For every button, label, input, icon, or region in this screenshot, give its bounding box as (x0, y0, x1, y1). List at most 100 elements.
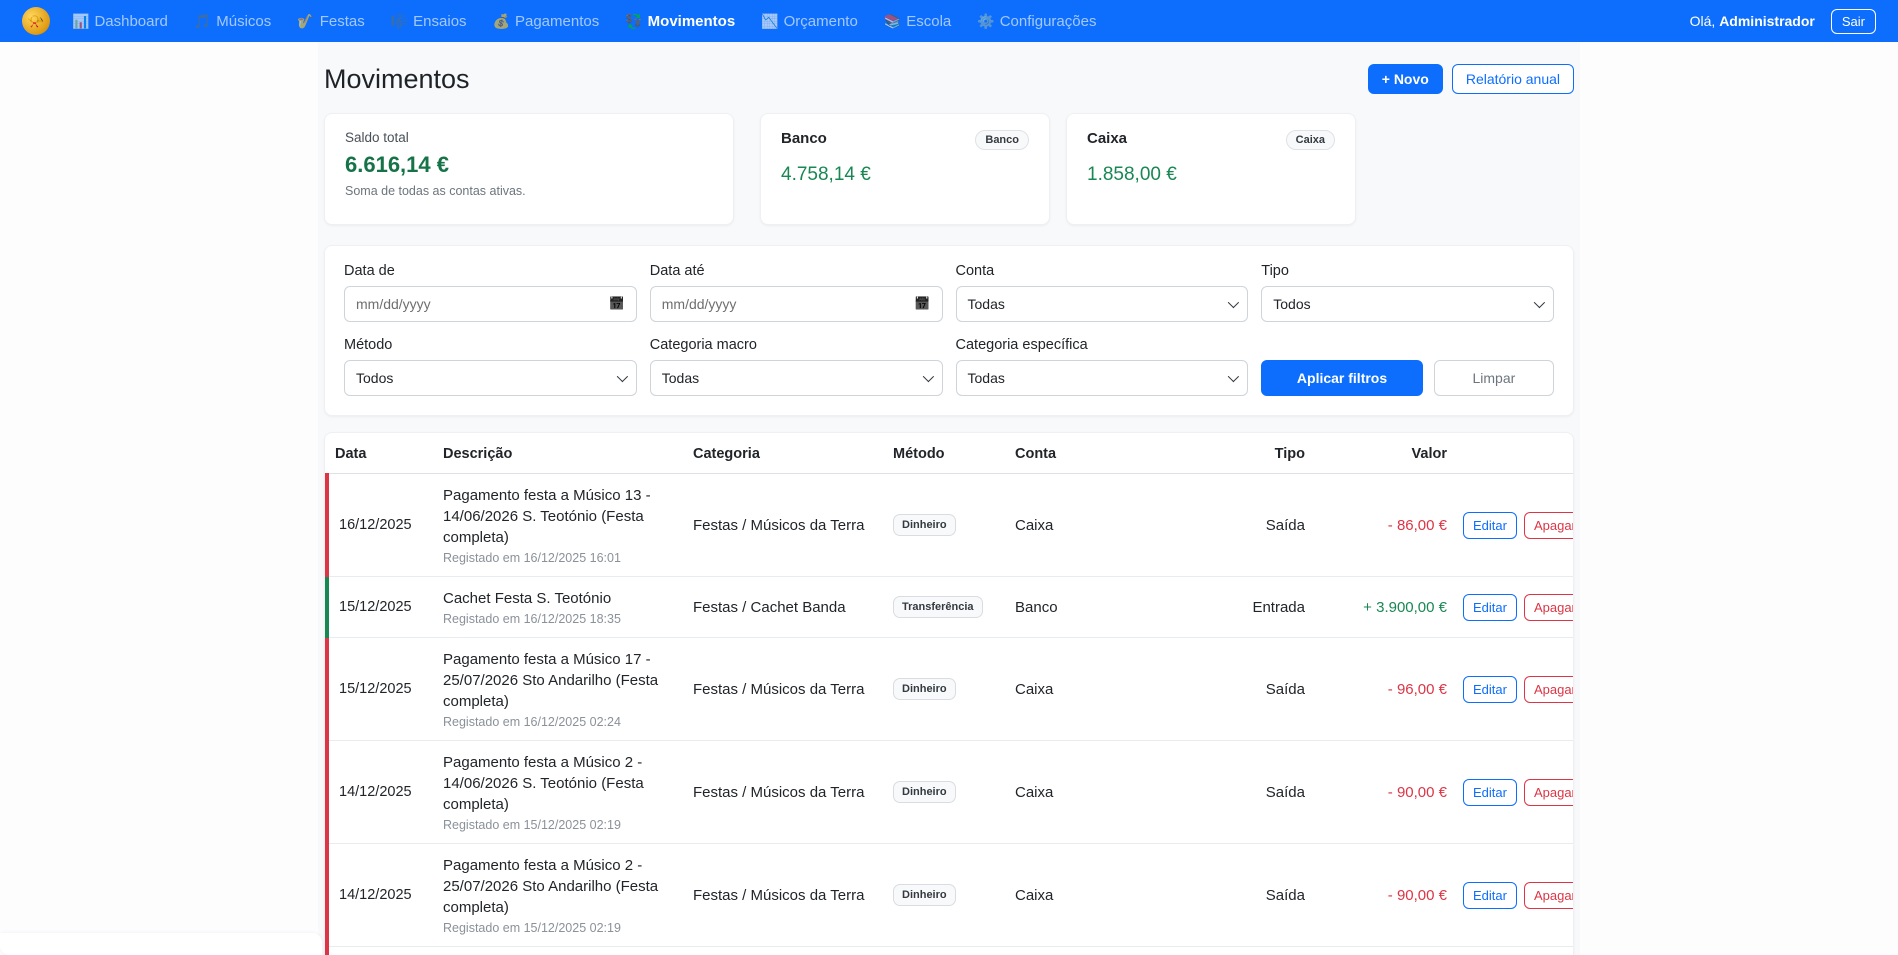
table-row: 15/12/2025 Pagamento festa a Músico 17 -… (327, 638, 1574, 741)
filter-label: Data até (650, 263, 943, 279)
date-placeholder: mm/dd/yyyy (356, 296, 609, 312)
column-header-descrição: Descrição (435, 433, 685, 474)
filter-field: Data de mm/dd/yyyy 📅 (344, 263, 637, 322)
nav-item-label: Dashboard (94, 13, 167, 30)
app-logo[interactable]: 📯 (22, 7, 50, 35)
nav-item-dashboard[interactable]: 📊 Dashboard (72, 13, 168, 30)
edit-button[interactable]: Editar (1463, 779, 1517, 806)
nav-item-pagamentos[interactable]: 💰 Pagamentos (493, 13, 600, 30)
account-card-title: Caixa (1087, 130, 1127, 147)
filter-select[interactable]: Todas (956, 286, 1249, 322)
nav-item-ensaios[interactable]: 🎼 Ensaios (391, 13, 467, 30)
nav-item-festas[interactable]: 🎷 Festas (297, 13, 364, 30)
cell-date: 14/12/2025 (327, 741, 435, 844)
delete-button[interactable]: Apagar (1524, 779, 1574, 806)
apply-filters-button[interactable]: Aplicar filtros (1261, 360, 1423, 396)
calendar-icon[interactable]: 📅 (609, 296, 625, 312)
cell-date: 15/12/2025 (327, 577, 435, 638)
edit-button[interactable]: Editar (1463, 512, 1517, 539)
delete-button[interactable]: Apagar (1524, 594, 1574, 621)
movement-description: Cachet Festa S. Teotónio (443, 588, 677, 609)
edit-button[interactable]: Editar (1463, 594, 1517, 621)
total-balance-card: Saldo total 6.616,14 € Soma de todas as … (324, 113, 734, 225)
cell-description: Pagamento festa a Músico 2 - 14/06/2026 … (435, 741, 685, 844)
method-badge: Dinheiro (893, 884, 956, 906)
method-badge: Dinheiro (893, 514, 956, 536)
nav-item-movimentos[interactable]: 💱 Movimentos (625, 13, 735, 30)
date-input[interactable]: mm/dd/yyyy 📅 (344, 286, 637, 322)
filter-field: Data até mm/dd/yyyy 📅 (650, 263, 943, 322)
filter-label: Data de (344, 263, 637, 279)
nav-item-músicos[interactable]: 🎵 Músicos (194, 13, 271, 30)
cell-actions: Editar Apagar (1455, 947, 1574, 955)
filter-select[interactable]: Todas (650, 360, 943, 396)
nav-item-icon: 💱 (625, 13, 642, 30)
edit-button[interactable]: Editar (1463, 676, 1517, 703)
cell-description: Pagamento festa a Músico 17 - 25/07/2026… (435, 638, 685, 741)
user-greeting: Olá, Administrador (1690, 13, 1815, 29)
calendar-icon[interactable]: 📅 (914, 296, 930, 312)
cell-type: Saída (1185, 844, 1313, 947)
table-row: 16/12/2025 Pagamento festa a Músico 13 -… (327, 474, 1574, 577)
nav-item-orçamento[interactable]: 📉 Orçamento (761, 13, 858, 30)
movement-registered-at: Registado em 16/12/2025 18:35 (443, 612, 677, 626)
chevron-down-icon (1228, 297, 1239, 308)
chevron-down-icon (1534, 297, 1545, 308)
movement-amount: + 3.900,00 € (1363, 599, 1447, 616)
cell-category: Festas / Músicos da Terra (685, 844, 885, 947)
movement-registered-at: Registado em 16/12/2025 16:01 (443, 551, 677, 565)
cell-description: Cachet Festa S. Teotónio Registado em 16… (435, 577, 685, 638)
new-movement-button[interactable]: + Novo (1368, 64, 1443, 94)
account-card-banco: Banco Banco 4.758,14 € (760, 113, 1050, 225)
bottom-overlay (0, 933, 322, 955)
filter-select[interactable]: Todas (956, 360, 1249, 396)
cell-category: Festas / Músicos da Terra (685, 741, 885, 844)
account-card-value: 1.858,00 € (1087, 164, 1335, 186)
filter-select[interactable]: Todos (344, 360, 637, 396)
logout-button[interactable]: Sair (1831, 9, 1876, 34)
column-header-tipo: Tipo (1185, 433, 1313, 474)
cell-value: - 90,00 € (1313, 844, 1455, 947)
cell-method (885, 947, 1007, 955)
cell-method: Dinheiro (885, 638, 1007, 741)
cell-actions: Editar Apagar (1455, 577, 1574, 638)
annual-report-button[interactable]: Relatório anual (1452, 64, 1574, 94)
table-row: Pagamento festa a Músico 14 - 14/06/2026… (327, 947, 1574, 955)
filter-label: Categoria macro (650, 337, 943, 353)
nav-item-escola[interactable]: 📚 Escola (884, 13, 951, 30)
delete-button[interactable]: Apagar (1524, 882, 1574, 909)
nav-item-label: Orçamento (784, 13, 858, 30)
filter-field: Método Todos (344, 337, 637, 396)
cell-category (685, 947, 885, 955)
select-value: Todos (356, 370, 617, 386)
nav-item-icon: 📊 (72, 13, 89, 30)
clear-filters-button[interactable]: Limpar (1434, 360, 1554, 396)
cell-account (1007, 947, 1185, 955)
delete-button[interactable]: Apagar (1524, 512, 1574, 539)
movements-table-card: DataDescriçãoCategoriaMétodoContaTipoVal… (324, 432, 1574, 955)
movement-description: Pagamento festa a Músico 2 - 14/06/2026 … (443, 752, 677, 815)
date-input[interactable]: mm/dd/yyyy 📅 (650, 286, 943, 322)
cell-description: Pagamento festa a Músico 2 - 25/07/2026 … (435, 844, 685, 947)
column-header-método: Método (885, 433, 1007, 474)
movement-amount: - 90,00 € (1388, 887, 1447, 904)
account-type-badge: Caixa (1286, 130, 1335, 150)
filter-field: Categoria macro Todas (650, 337, 943, 396)
table-row: 14/12/2025 Pagamento festa a Músico 2 - … (327, 844, 1574, 947)
cell-account: Caixa (1007, 844, 1185, 947)
cell-account: Caixa (1007, 741, 1185, 844)
cell-account: Caixa (1007, 474, 1185, 577)
movement-description: Pagamento festa a Músico 13 - 14/06/2026… (443, 485, 677, 548)
chevron-down-icon (1228, 371, 1239, 382)
nav-item-label: Músicos (216, 13, 271, 30)
nav-item-icon: ⚙️ (977, 13, 994, 30)
delete-button[interactable]: Apagar (1524, 676, 1574, 703)
edit-button[interactable]: Editar (1463, 882, 1517, 909)
filter-select[interactable]: Todos (1261, 286, 1554, 322)
nav-menu: 📊 Dashboard 🎵 Músicos 🎷 Festas 🎼 Ensaios… (72, 13, 1682, 30)
horn-icon: 📯 (27, 13, 44, 30)
table-row: 14/12/2025 Pagamento festa a Músico 2 - … (327, 741, 1574, 844)
nav-item-configurações[interactable]: ⚙️ Configurações (977, 13, 1096, 30)
account-card-caixa: Caixa Caixa 1.858,00 € (1066, 113, 1356, 225)
filter-label: Tipo (1261, 263, 1554, 279)
